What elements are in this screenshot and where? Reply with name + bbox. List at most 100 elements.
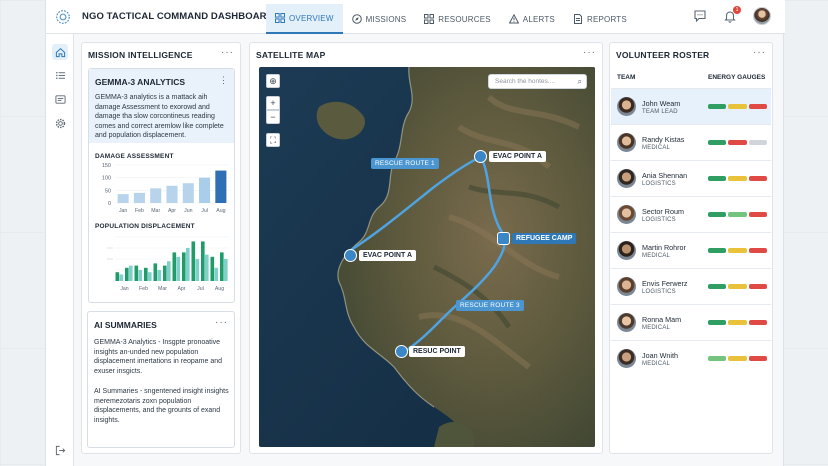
roster-row[interactable]: Ronna Mam MEDICAL (611, 304, 771, 340)
ai-summaries-menu-button[interactable]: ··· (215, 317, 228, 328)
roster-row[interactable]: Joan Wnith MEDICAL (611, 340, 771, 376)
chat-icon[interactable] (693, 9, 707, 23)
sidebar-list[interactable] (52, 67, 68, 83)
damage-bar (215, 170, 227, 203)
nav-resources[interactable]: RESOURCES (415, 4, 499, 34)
population-xtick: Apr (177, 286, 185, 292)
map-search-input[interactable]: Search the hontes.... ⌕ (488, 74, 587, 89)
zoom-in-button[interactable]: + (266, 96, 280, 110)
energy-gauge (708, 356, 767, 361)
damage-ytick: 50 (105, 188, 111, 194)
sidebar (46, 34, 74, 466)
app-title: NGO TACTICAL COMMAND DASHBOARD (82, 11, 274, 22)
fullscreen-button[interactable]: ⛶ (266, 133, 280, 147)
damage-assessment-label: DAMAGE ASSESSMENT (95, 153, 174, 160)
energy-gauge (708, 320, 767, 325)
analytics-menu-button[interactable]: ⋮ (219, 75, 228, 86)
population-bar (172, 252, 177, 281)
compass-icon (351, 14, 362, 24)
energy-gauge-segment (708, 320, 727, 325)
volunteer-role: MEDICAL (642, 325, 671, 331)
roster-row[interactable]: Ania Shennan LOGISTICS (611, 160, 771, 196)
damage-xtick: Jul (201, 208, 208, 214)
evac-point-a-2-label: EVAC POINT A (359, 250, 417, 261)
map-pin-rescue-point[interactable] (395, 345, 408, 358)
population-bar (163, 265, 167, 281)
home-icon (55, 47, 65, 57)
locate-button[interactable]: ⊕ (266, 74, 280, 88)
energy-gauge-segment (728, 104, 747, 109)
nav-missions[interactable]: MISSIONS (343, 4, 416, 34)
sidebar-home[interactable] (52, 44, 68, 60)
main-nav: OVERVIEW MISSIONS RESOURCES ALERTS REPOR… (266, 4, 636, 34)
damage-xtick: Aug (216, 208, 225, 214)
population-displacement-label: POPULATION DISPLACEMENT (95, 223, 195, 230)
volunteer-name: Martin Rohror (642, 243, 686, 252)
message-icon (54, 94, 66, 104)
damage-ytick: 0 (108, 201, 111, 207)
column-energy-gauges: ENERGY GAUGES (708, 74, 766, 81)
nav-resources-label: RESOURCES (438, 14, 491, 24)
damage-xtick: Apr (168, 208, 176, 214)
sidebar-logout[interactable] (52, 442, 68, 458)
population-bar (138, 270, 143, 281)
mission-intel-menu-button[interactable]: ··· (221, 47, 234, 58)
column-team: TEAM (617, 74, 636, 81)
population-bar (153, 263, 158, 281)
map-menu-button[interactable]: ··· (583, 47, 596, 58)
analytics-card: GEMMA-3 ANALYTICS ⋮ GEMMA-3 analytics is… (88, 68, 235, 303)
roster-row[interactable]: Randy Kistas MEDICAL (611, 124, 771, 160)
volunteer-avatar (617, 277, 636, 296)
sidebar-settings[interactable] (52, 115, 68, 131)
damage-ytick: 100 (102, 176, 111, 182)
plus-icon: + (270, 98, 276, 108)
energy-gauge-segment (728, 140, 747, 145)
ai-summary-para-1: GEMMA-3 Analytics - Insgpte pronoative i… (94, 339, 223, 375)
damage-bar (150, 188, 162, 203)
roster-row[interactable]: Martin Rohror MEDICAL (611, 232, 771, 268)
notifications-button[interactable]: 1 (723, 6, 741, 23)
top-bar: NGO TACTICAL COMMAND DASHBOARD OVERVIEW … (46, 0, 785, 34)
damage-xtick: Jan (119, 208, 127, 214)
damage-xtick: Mar (151, 208, 160, 214)
damage-xtick: Jun (184, 208, 192, 214)
map-pin-evac-a-2[interactable] (344, 249, 357, 262)
roster-row[interactable]: John Weam TEAM LEAD (611, 88, 771, 124)
satellite-map[interactable]: Search the hontes.... ⌕ ⊕ + − ⛶ RESCUE R… (259, 67, 595, 447)
grid-icon (275, 13, 285, 23)
population-bar (125, 267, 129, 281)
damage-bar (133, 192, 145, 203)
volunteer-role: MEDICAL (642, 145, 671, 151)
energy-gauge-segment (728, 320, 747, 325)
crosshair-icon: ⊕ (269, 76, 277, 86)
population-bar (195, 259, 200, 281)
zoom-out-button[interactable]: − (266, 110, 280, 124)
roster-menu-button[interactable]: ··· (753, 47, 766, 58)
nav-overview[interactable]: OVERVIEW (266, 4, 343, 34)
energy-gauge-segment (708, 104, 727, 109)
sidebar-messages[interactable] (52, 91, 68, 107)
nav-alerts[interactable]: ALERTS (500, 4, 564, 34)
map-pin-evac-a[interactable] (474, 150, 487, 163)
population-bar (128, 265, 133, 281)
user-avatar[interactable] (753, 7, 771, 25)
map-pin-refugee-camp[interactable] (497, 232, 510, 245)
nav-reports-label: REPORTS (586, 14, 627, 24)
expand-icon: ⛶ (269, 135, 277, 145)
energy-gauge-segment (748, 212, 767, 217)
population-bar (119, 274, 124, 281)
energy-gauge-segment (748, 140, 767, 145)
analytics-title: GEMMA-3 ANALYTICS (95, 77, 186, 87)
energy-gauge-segment (708, 176, 727, 181)
nav-reports[interactable]: REPORTS (564, 4, 636, 34)
energy-gauge-segment (708, 248, 727, 253)
volunteer-name: Ania Shennan (642, 171, 688, 180)
analytics-text: GEMMA-3 analytics is a mattack aih damag… (95, 94, 224, 140)
satellite-map-panel: SATELLITE MAP ··· Search the hontes.... … (249, 42, 603, 454)
ai-summary-para-2: AI Summaries - sngentened insight insigh… (94, 388, 229, 424)
list-icon (55, 71, 65, 79)
energy-gauge-segment (748, 248, 767, 253)
roster-row[interactable]: Sector Roum LOGISTICS (611, 196, 771, 232)
roster-row[interactable]: Envis Ferwerz LOGISTICS (611, 268, 771, 304)
population-bar (185, 248, 190, 281)
